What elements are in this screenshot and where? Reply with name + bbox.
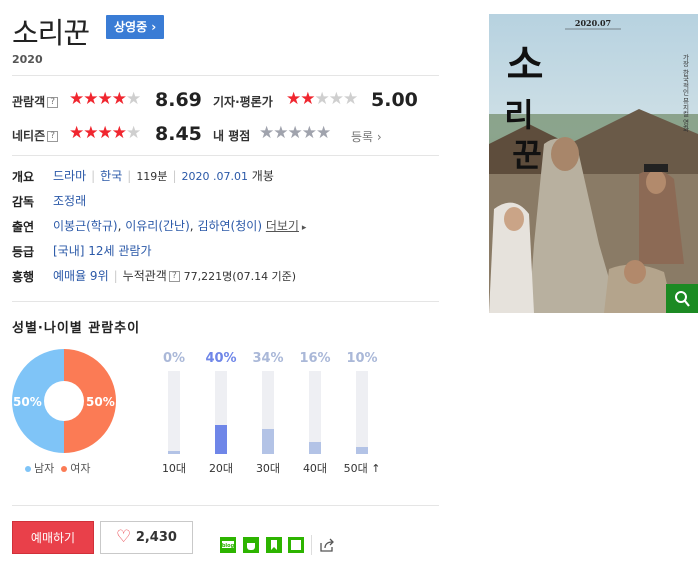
audience-score: 8.69 [155,89,202,111]
like-count: 2,430 [135,530,177,545]
movie-poster[interactable]: 2020.07 소 리 꾼 가장 한국적인 뮤지컬 영화 [489,14,698,313]
age-bar-fill [356,447,368,454]
release-year: 2020 [12,53,43,66]
cast-label: 출연 [12,220,35,234]
register-rating-link[interactable]: 등록 › [351,128,382,145]
age-percent: 0% [162,351,186,366]
poster-title-glyph: 소 [507,41,544,88]
cafe-share-icon[interactable] [243,537,259,553]
age-bar [309,371,321,454]
age-bar-fill [215,425,227,454]
age-label: 40대 [302,462,328,475]
my-rating-label: 내 평점 [213,129,251,143]
poster-tagline: 가장 한국적인 뮤지컬 영화 [681,53,689,133]
runtime: 119분 [136,170,168,183]
divider [12,301,439,302]
cumulative-label: 누적관객 [122,269,167,283]
age-percent: 34% [252,351,284,366]
rating-grade-link[interactable]: [국내] 12세 관람가 [53,242,152,259]
director-link[interactable]: 조정래 [53,192,86,209]
critic-stars: ★★★★★ [286,89,358,109]
rating-grade-label: 등급 [12,245,35,259]
age-bar-fill [309,442,321,454]
netizen-stars: ★★★★★ [69,123,141,143]
age-bar [215,371,227,454]
poster-title-glyph: 꾼 [512,136,541,174]
age-percent: 40% [205,351,237,366]
age-bar [262,371,274,454]
cumulative-date: (07.14 기준) [232,270,297,283]
share-icon[interactable] [319,537,335,553]
cast-link[interactable]: 이유리(간난) [125,219,190,233]
bookmark-share-icon[interactable] [266,537,282,553]
female-dot [61,466,68,472]
critic-rating-label: 기자·평론가 [213,95,273,109]
poster-title-glyph: 리 [504,96,533,134]
age-bar-fill [168,451,180,454]
my-rating-stars[interactable]: ★★★★★ [259,125,331,142]
help-icon[interactable]: ? [47,97,59,108]
age-label: 30대 [255,462,281,475]
male-dot [25,466,31,472]
female-percent: 50% [86,395,115,409]
demographics-title: 성별·나이별 관람추이 [12,321,141,336]
divider [12,505,439,506]
divider [311,535,312,555]
age-percent: 10% [346,351,378,366]
male-percent: 50% [13,395,42,409]
box-office-label: 흥행 [12,270,35,284]
overview-values: 드라마 | 한국 | 119분 | 2020 .07.01 개봉 [53,169,274,183]
svg-text:blog: blog [222,543,235,549]
movie-title: 소리꾼 [12,16,90,50]
age-bar [168,371,180,454]
heart-icon: ♡ [116,527,132,547]
divider [12,75,439,76]
memo-share-icon[interactable] [288,537,304,553]
age-bar [356,371,368,454]
help-icon[interactable]: ? [47,131,59,142]
genre-link[interactable]: 드라마 [53,169,86,183]
poster-date: 2020.07 [575,18,611,28]
age-bar-fill [262,429,274,454]
cumulative-value: 77,221명 [183,270,233,283]
netizen-rating-label: 네티즌? [12,127,59,144]
overview-label: 개요 [12,170,35,184]
cast-list: 이봉근(학규), 이유리(간난), 김하연(청이) 더보기 ▸ [53,219,307,233]
like-button[interactable]: ♡ 2,430 [100,521,193,554]
audience-rating-label: 관람객? [12,93,59,110]
cast-link[interactable]: 이봉근(학규) [53,219,118,233]
critic-score: 5.00 [371,89,418,111]
help-icon[interactable]: ? [168,271,180,282]
cast-link[interactable]: 김하연(청이) [197,219,262,233]
reserve-button[interactable]: 예매하기 [12,521,94,554]
director-label: 감독 [12,195,35,209]
release-suffix: 개봉 [251,169,274,183]
age-label: 10대 [161,462,187,475]
audience-stars: ★★★★★ [69,89,141,109]
age-label: 20대 [208,462,234,475]
reservation-rank-link[interactable]: 예매율 9위 [53,269,109,283]
blog-share-icon[interactable]: blog [220,537,236,553]
age-percent: 16% [299,351,331,366]
country-link[interactable]: 한국 [100,169,122,183]
divider [12,155,439,156]
gender-legend: 남자 여자 [25,460,91,476]
release-date-link[interactable]: 2020 .07.01 [181,170,247,183]
age-label: 50대 ↑ [343,462,381,475]
cast-more-link[interactable]: 더보기 [266,219,299,233]
netizen-score: 8.45 [155,123,202,145]
box-office-values: 예매율 9위 | 누적관객? 77,221명(07.14 기준) [53,269,297,283]
now-showing-badge[interactable]: 상영중 › [106,15,165,39]
chevron-right-icon: ▸ [298,223,307,233]
